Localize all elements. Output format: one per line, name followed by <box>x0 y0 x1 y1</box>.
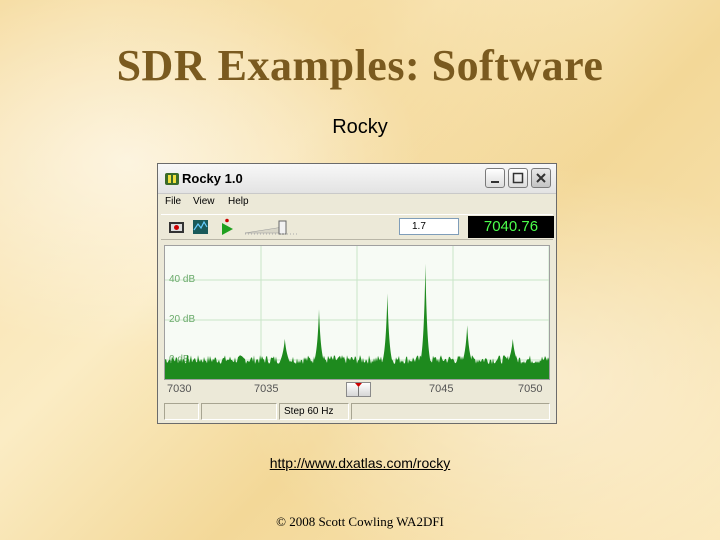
menu-help[interactable]: Help <box>228 196 249 207</box>
volume-slider-icon <box>244 220 297 235</box>
window-title: Rocky 1.0 <box>182 171 243 186</box>
record-button[interactable] <box>167 218 187 236</box>
waterfall-button[interactable] <box>191 218 211 236</box>
freq-label: 7035 <box>254 383 279 395</box>
db-label: 20 dB <box>169 314 195 325</box>
status-step: Step 60 Hz <box>279 403 349 420</box>
frequency-scale: 7030 7035 7045 7050 <box>164 382 550 398</box>
status-cell <box>351 403 550 420</box>
close-icon <box>536 173 546 183</box>
minimize-button[interactable] <box>485 168 505 188</box>
rocky-window: Rocky 1.0 File View Help 1.7 7040.76 40 … <box>157 163 557 424</box>
play-icon <box>222 218 233 235</box>
maximize-icon <box>512 172 524 184</box>
close-button[interactable] <box>531 168 551 188</box>
volume-slider[interactable] <box>243 218 299 236</box>
frequency-display: 7040.76 <box>468 216 554 238</box>
copyright-footer: © 2008 Scott Cowling WA2DFI <box>276 514 444 529</box>
slide-subtitle: Rocky <box>332 116 388 138</box>
play-button[interactable] <box>217 218 237 236</box>
window-titlebar[interactable]: Rocky 1.0 <box>158 164 556 194</box>
app-icon <box>165 173 179 185</box>
spectrum-chart: 40 dB20 dB0 dB <box>165 246 550 379</box>
record-icon <box>169 222 184 233</box>
maximize-button[interactable] <box>508 168 528 188</box>
menu-file[interactable]: File <box>165 196 181 207</box>
menu-bar: File View Help <box>158 194 556 211</box>
db-label: 40 dB <box>169 274 195 285</box>
freq-label: 7050 <box>518 383 543 395</box>
status-cell <box>201 403 277 420</box>
status-cell <box>164 403 199 420</box>
slide-title: SDR Examples: Software <box>116 41 604 90</box>
freq-label: 7045 <box>429 383 454 395</box>
status-bar: Step 60 Hz <box>161 402 553 422</box>
menu-view[interactable]: View <box>193 196 215 207</box>
waterfall-icon <box>193 220 208 234</box>
minimize-icon <box>491 181 499 183</box>
rocky-link[interactable]: http://www.dxatlas.com/rocky <box>0 455 720 471</box>
spectrum-plot[interactable]: 40 dB 20 dB 0 dB <box>164 245 550 380</box>
tuning-slider[interactable] <box>346 382 371 397</box>
tuning-marker-icon <box>355 383 362 396</box>
toolbar: 1.7 7040.76 <box>161 214 554 240</box>
gain-field[interactable]: 1.7 <box>399 218 459 235</box>
freq-label: 7030 <box>167 383 192 395</box>
